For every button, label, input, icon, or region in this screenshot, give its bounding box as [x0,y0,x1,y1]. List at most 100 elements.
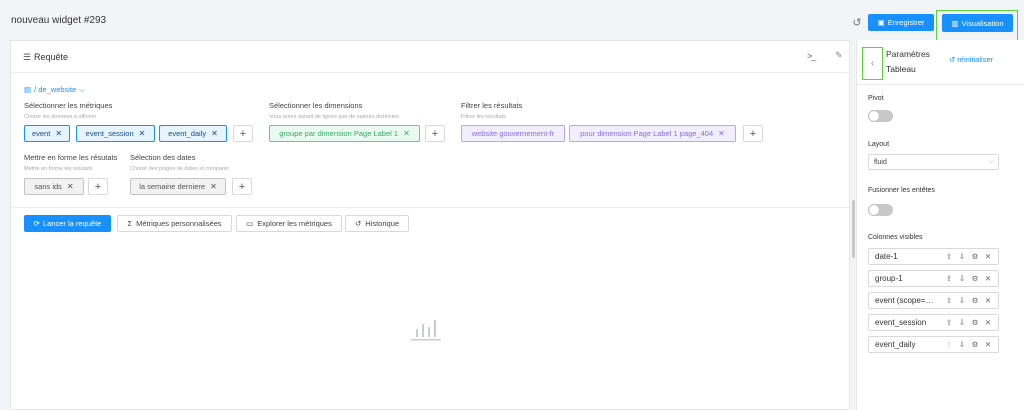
query-panel-title: Requête [34,52,69,62]
column-name: event_session [875,318,927,327]
gear-icon[interactable]: ⚙ [971,318,979,327]
visible-columns-label: Colonnes visibles [868,234,923,241]
terminal-icon[interactable]: >_ [807,51,816,61]
pivot-toggle[interactable] [868,110,893,122]
arrow-up-icon[interactable]: ⇧ [945,274,953,283]
settings-panel: ‹ Paramètres Tableau ↺ réinitialiser Piv… [856,40,1024,410]
save-button[interactable]: ▣ Enregistrer [868,14,934,31]
filter-tag-label: website gouvernement-fr [471,129,555,138]
filter-tag-label: pour dimension Page Label 1 page_404 [580,129,714,138]
visible-column-item[interactable]: event_session ⇧ ⇩ ⚙ ✕ [868,314,999,331]
close-icon[interactable]: ✕ [55,129,62,138]
book-icon: ▭ [246,219,254,228]
column-name: event_daily [875,340,916,349]
pen-icon[interactable]: ✎ [835,50,843,61]
filters-hint: Filtrer les résultats [461,114,506,120]
dimensions-label: Sélectionner les dimensions [269,101,363,110]
reset-label: réinitialiser [957,55,994,64]
add-filter-button[interactable]: + [743,125,763,142]
run-query-label: Lancer la requête [42,219,102,228]
metrics-hint: Choisir les données à afficher [24,114,97,120]
settings-panel-title: Paramètres Tableau [886,49,930,74]
add-dimension-button[interactable]: + [425,125,445,142]
datasource-label: / de_website [34,85,77,94]
layout-select-value: fluid [874,158,887,166]
column-name: date-1 [875,252,898,261]
arrow-down-icon[interactable]: ⇩ [958,252,966,261]
datasource-selector[interactable]: ▤ / de_website ⌵ [24,85,85,95]
gear-icon[interactable]: ⚙ [971,252,979,261]
close-icon[interactable]: ✕ [984,318,992,327]
arrow-up-icon[interactable]: ⇧ [945,318,953,327]
pivot-label: Pivot [868,95,884,102]
close-icon[interactable]: ✕ [210,182,217,191]
close-icon[interactable]: ✕ [211,129,218,138]
close-icon[interactable]: ✕ [984,252,992,261]
chart-icon: ▥ [951,18,959,28]
chevron-left-icon: ‹ [870,58,875,69]
close-icon[interactable]: ✕ [139,129,146,138]
visualisation-highlight: ▥ Visualisation [936,10,1018,43]
merge-headers-toggle[interactable] [868,204,893,216]
visible-column-item[interactable]: date-1 ⇧ ⇩ ⚙ ✕ [868,248,999,265]
save-button-label: Enregistrer [887,18,925,27]
date-tag[interactable]: la semaine derniere ✕ [130,178,226,195]
arrow-down-icon[interactable]: ⇩ [958,340,966,349]
history-icon: ↺ [354,219,362,228]
add-metric-button[interactable]: + [233,125,253,142]
close-icon[interactable]: ✕ [718,129,725,138]
close-icon[interactable]: ✕ [984,274,992,283]
visible-column-item[interactable]: group-1 ⇧ ⇩ ⚙ ✕ [868,270,999,287]
arrow-up-icon[interactable]: ⇧ [945,340,953,349]
format-tag[interactable]: sans ids ✕ [24,178,84,195]
visualisation-button[interactable]: ▥ Visualisation [942,14,1013,32]
filter-tag[interactable]: pour dimension Page Label 1 page_404 ✕ [569,125,736,142]
add-format-button[interactable]: + [88,178,108,195]
chevron-down-icon: ⌵ [988,158,994,165]
dimensions-hint: Vous aurez autant de lignes que de valeu… [269,114,399,120]
metric-tag[interactable]: event_daily ✕ [159,125,227,142]
gear-icon[interactable]: ⚙ [971,340,979,349]
column-name: group-1 [875,274,903,283]
arrow-down-icon[interactable]: ⇩ [958,274,966,283]
undo-icon[interactable]: ↺ [851,17,863,29]
reset-button[interactable]: ↺ réinitialiser [949,55,993,64]
metric-tag[interactable]: event_session ✕ [76,125,155,142]
history-label: Historique [365,219,400,228]
visible-column-item[interactable]: event (scope=event) ⇧ ⇩ ⚙ ✕ [868,292,999,309]
explore-metrics-label: Explorer les métriques [257,219,332,228]
arrow-up-icon[interactable]: ⇧ [945,252,953,261]
scrollbar-thumb[interactable] [852,200,855,258]
close-icon[interactable]: ✕ [403,129,410,138]
layout-select[interactable]: fluid ⌵ [868,154,999,170]
arrow-up-icon[interactable]: ⇧ [945,296,953,305]
dimension-tag[interactable]: groupe par dimension Page Label 1 ✕ [269,125,420,142]
reset-icon: ↺ [949,55,956,64]
run-query-button[interactable]: ⟳ Lancer la requête [24,215,111,232]
explore-metrics-button[interactable]: ▭ Explorer les métriques [236,215,342,232]
custom-metrics-button[interactable]: Σ Métriques personnalisées [117,215,232,232]
database-icon: ☰ [23,52,32,62]
metric-tag-label: event [31,129,51,138]
arrow-down-icon[interactable]: ⇩ [958,296,966,305]
arrow-down-icon[interactable]: ⇩ [958,318,966,327]
layout-label: Layout [868,141,890,148]
custom-metrics-label: Métriques personnalisées [136,219,222,228]
visible-column-item[interactable]: event_daily ⇧ ⇩ ⚙ ✕ [868,336,999,353]
settings-divider [857,84,1024,85]
gear-icon[interactable]: ⚙ [971,274,979,283]
filter-tag[interactable]: website gouvernement-fr [461,125,565,142]
history-button[interactable]: ↺ Historique [345,215,409,232]
toggle-knob [869,111,879,121]
widget-title[interactable]: nouveau widget #293 [11,15,106,26]
close-icon[interactable]: ✕ [984,340,992,349]
gear-icon[interactable]: ⚙ [971,296,979,305]
close-icon[interactable]: ✕ [67,182,74,191]
top-bar: nouveau widget #293 ↺ ▣ Enregistrer ▥ Vi… [0,0,1024,44]
add-date-button[interactable]: + [232,178,252,195]
date-tag-label: la semaine derniere [139,182,206,191]
collapse-panel-button[interactable]: ‹ [862,47,883,80]
close-icon[interactable]: ✕ [984,296,992,305]
dimension-tag-label: groupe par dimension Page Label 1 [279,129,399,138]
metric-tag[interactable]: event ✕ [24,125,70,142]
